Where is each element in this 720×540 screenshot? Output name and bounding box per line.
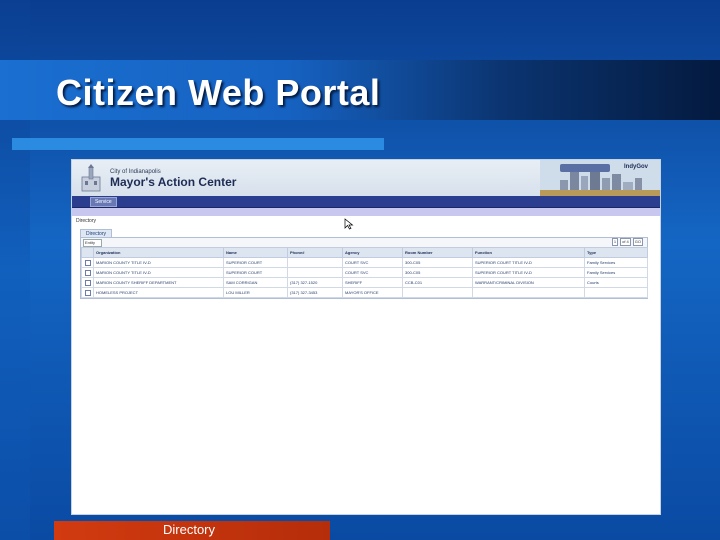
- subheader-band: [72, 208, 660, 216]
- header-brand[interactable]: IndyGov: [624, 164, 648, 170]
- row-checkbox-cell[interactable]: [81, 267, 94, 278]
- portal-screenshot: City of Indianapolis Mayor's Action Cent…: [72, 160, 660, 514]
- cell-organization[interactable]: HOMELESS PROJECT: [93, 287, 224, 298]
- column-header-type[interactable]: Type: [584, 247, 648, 258]
- row-checkbox-cell[interactable]: [81, 257, 94, 268]
- cell-agency: SHERIFF: [342, 277, 403, 288]
- nav-bar: Service: [72, 196, 660, 208]
- cell-type: Family Services: [584, 257, 648, 268]
- pager: 1 of 4 GO: [611, 238, 643, 246]
- nav-tab-service[interactable]: Service: [90, 197, 117, 207]
- row-checkbox-cell[interactable]: [81, 287, 94, 298]
- cell-agency: MAYOR'S OFFICE: [342, 287, 403, 298]
- table-row[interactable]: MARION COUNTY TITLE IV-D SUPERIOR COURT …: [81, 267, 648, 278]
- cell-organization[interactable]: MARION COUNTY TITLE IV-D: [93, 257, 224, 268]
- column-header-agency[interactable]: Agency: [342, 247, 403, 258]
- cell-name: SUPERIOR COURT: [223, 257, 288, 268]
- cell-name: SUPERIOR COURT: [223, 267, 288, 278]
- row-checkbox[interactable]: [84, 289, 91, 296]
- table-row[interactable]: HOMELESS PROJECT LOU MILLER (317) 327-34…: [81, 287, 648, 298]
- cell-function: WARRANT/CRIMINAL DIVISION: [472, 277, 585, 288]
- breadcrumb: Directory: [76, 218, 97, 224]
- city-seal-icon: [81, 164, 101, 192]
- cell-agency: COURT SVC: [342, 257, 403, 268]
- cell-room-number: 300-C05: [402, 267, 473, 278]
- column-header-room-number[interactable]: Room Number: [402, 247, 473, 258]
- cell-type: Family Services: [584, 267, 648, 278]
- cell-phone: (317) 327-3453: [287, 287, 343, 298]
- accent-bar: [12, 138, 384, 150]
- app-header: City of Indianapolis Mayor's Action Cent…: [72, 160, 660, 196]
- column-header-select: [81, 247, 94, 258]
- row-checkbox[interactable]: [84, 279, 91, 286]
- cell-agency: COURT SVC: [342, 267, 403, 278]
- cell-function: SUPERIOR COURT TITLE IV-D: [472, 257, 585, 268]
- footer-label: Directory: [163, 522, 216, 537]
- cell-function: SUPERIOR COURT TITLE IV-D: [472, 267, 585, 278]
- cell-function: [472, 287, 585, 298]
- row-checkbox-cell[interactable]: [81, 277, 94, 288]
- directory-panel: Entity 1 of 4 GO Organization Name Phone…: [80, 237, 648, 299]
- pager-page-input[interactable]: 1: [611, 238, 619, 246]
- cell-organization[interactable]: MARION COUNTY TITLE IV-D: [93, 267, 224, 278]
- row-checkbox[interactable]: [84, 259, 91, 266]
- table-header-row: Organization Name Phone# Agency Room Num…: [81, 247, 648, 258]
- header-badge[interactable]: [560, 164, 610, 172]
- directory-table: Organization Name Phone# Agency Room Num…: [81, 247, 648, 298]
- table-row[interactable]: MARION COUNTY SHERIFF DEPARTMENT SAM COR…: [81, 277, 648, 288]
- cell-organization[interactable]: MARION COUNTY SHERIFF DEPARTMENT: [93, 277, 224, 288]
- mouse-cursor-icon: [344, 218, 354, 230]
- column-header-organization[interactable]: Organization: [93, 247, 224, 258]
- cell-room-number: [402, 287, 473, 298]
- cell-room-number: 300-C05: [402, 257, 473, 268]
- pager-total: of 4: [620, 238, 631, 246]
- cell-room-number: CCB-C01: [402, 277, 473, 288]
- table-row[interactable]: MARION COUNTY TITLE IV-D SUPERIOR COURT …: [81, 257, 648, 268]
- slide-title: Citizen Web Portal: [56, 72, 381, 113]
- row-checkbox[interactable]: [84, 269, 91, 276]
- cell-type: [584, 287, 648, 298]
- cell-phone: (317) 327-1520: [287, 277, 343, 288]
- column-header-phone[interactable]: Phone#: [287, 247, 343, 258]
- app-title: Mayor's Action Center: [110, 175, 237, 189]
- pager-go-button[interactable]: GO: [632, 238, 643, 246]
- cell-phone: [287, 257, 343, 268]
- cell-name: LOU MILLER: [223, 287, 288, 298]
- column-header-name[interactable]: Name: [223, 247, 288, 258]
- cell-name: SAM CORRIGAN: [223, 277, 288, 288]
- cell-phone: [287, 267, 343, 278]
- column-header-function[interactable]: Function: [472, 247, 585, 258]
- cell-type: Courts: [584, 277, 648, 288]
- filter-select[interactable]: Entity: [83, 239, 102, 247]
